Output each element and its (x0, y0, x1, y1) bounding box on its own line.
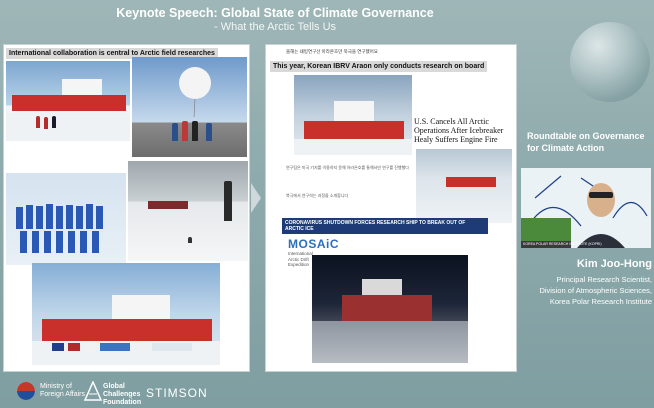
photo-ship-flags (32, 263, 220, 365)
ship-icon (304, 121, 404, 139)
mofa-label: Ministry of Foreign Affairs (40, 383, 86, 398)
speaker-video: KOREA POLAR RESEARCH INSTITUTE (KOPRI) (521, 168, 651, 248)
korean-caption: 연구팀은 미국 기지를 이용하지 못해 아라온호를 통해서만 연구를 진행했다 (286, 165, 409, 170)
arrow-right-icon (251, 183, 261, 213)
mofa-logo-icon (17, 382, 35, 400)
mosaic-caption: CORONAVIRUS SHUTDOWN FORCES RESEARCH SHI… (282, 218, 488, 234)
ship-icon (12, 95, 126, 111)
flags-banner (52, 343, 192, 351)
photo-healy-ship (416, 149, 512, 223)
page-title: Keynote Speech: Global State of Climate … (116, 6, 434, 20)
mosaic-logo: MOSAiC International Arctic Drift Expedi… (288, 237, 339, 267)
speaker-role-text: Principal Research Scientist, Division o… (539, 275, 652, 306)
korean-note: 북극에서 연구하는 과정을 소개합니다 (286, 193, 349, 198)
photo-ice-camp (128, 161, 248, 261)
ship-icon (446, 177, 496, 187)
speaker-tag: KOREA POLAR RESEARCH INSTITUTE (KOPRI) (523, 242, 602, 246)
photo-balloon-launch (132, 57, 247, 157)
photo-group-team (6, 173, 126, 265)
roundtable-title: Roundtable on Governance for Climate Act… (527, 131, 645, 153)
page-subtitle: - What the Arctic Tells Us (213, 21, 337, 33)
news-headline: U.S. Cancels All Arctic Operations After… (414, 117, 504, 144)
stage: Keynote Speech: Global State of Climate … (0, 0, 654, 408)
gcf-logo-icon (84, 381, 102, 401)
globe-icon (570, 22, 650, 102)
photo-ship-ice (6, 61, 130, 141)
slide-left: International collaboration is central t… (3, 44, 250, 372)
balloon-icon (179, 67, 211, 118)
speaker-role: Principal Research Scientist, Division o… (505, 274, 652, 307)
photo-araon-ship (294, 75, 412, 155)
slide-right-heading: This year, Korean IBRV Araon only conduc… (270, 61, 488, 72)
gcf-label: Global Challenges Foundation (103, 383, 142, 406)
slide-right: 올해는 쇄빙연구선 아라온호만 북극을 연구했어요 This year, Kor… (265, 44, 517, 372)
stimson-logo: STIMSON (146, 386, 208, 400)
ship-icon (342, 295, 432, 321)
korean-title: 올해는 쇄빙연구선 아라온호만 북극을 연구했어요 (286, 49, 378, 54)
speaker-name: Kim Joo-Hong (576, 258, 652, 270)
